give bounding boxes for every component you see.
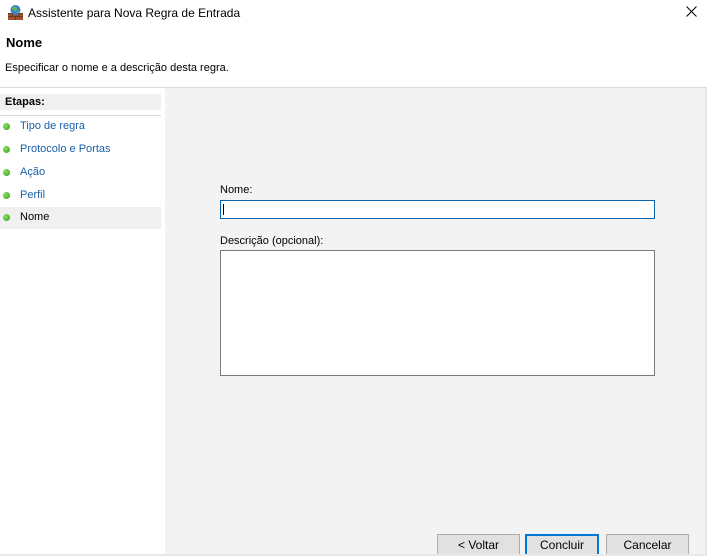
- back-button[interactable]: < Voltar: [437, 534, 520, 556]
- close-icon: [686, 6, 697, 17]
- steps-title: Etapas:: [5, 96, 45, 108]
- steps-sidebar: Etapas: Tipo de regra Protocolo e Portas…: [0, 88, 165, 556]
- step-nome: Nome: [0, 207, 161, 229]
- green-dot-icon: [3, 146, 10, 153]
- step-acao[interactable]: Ação: [0, 162, 161, 184]
- step-label[interactable]: Protocolo e Portas: [20, 143, 111, 155]
- name-label: Nome:: [220, 184, 253, 196]
- steps-header: Etapas:: [0, 94, 161, 116]
- page-title: Nome: [6, 35, 43, 50]
- green-dot-icon: [3, 192, 10, 199]
- title-bar: Assistente para Nova Regra de Entrada: [0, 0, 707, 26]
- cancel-button[interactable]: Cancelar: [606, 534, 689, 556]
- step-label: Nome: [20, 211, 50, 223]
- step-protocolo-e-portas[interactable]: Protocolo e Portas: [0, 139, 161, 161]
- step-perfil[interactable]: Perfil: [0, 185, 161, 207]
- text-caret: [223, 204, 224, 215]
- green-dot-icon: [3, 123, 10, 130]
- window-title: Assistente para Nova Regra de Entrada: [28, 6, 241, 20]
- description-field[interactable]: [220, 250, 655, 376]
- firewall-wizard-icon: [7, 4, 24, 21]
- step-tipo-de-regra[interactable]: Tipo de regra: [0, 116, 161, 138]
- step-label[interactable]: Ação: [20, 166, 45, 178]
- step-label[interactable]: Perfil: [20, 189, 45, 201]
- green-dot-icon: [3, 214, 10, 221]
- close-button[interactable]: [676, 0, 707, 26]
- finish-button[interactable]: Concluir: [525, 534, 599, 556]
- page-description: Especificar o nome e a descrição desta r…: [5, 62, 229, 74]
- name-field[interactable]: [220, 200, 655, 219]
- green-dot-icon: [3, 169, 10, 176]
- step-label[interactable]: Tipo de regra: [20, 120, 85, 132]
- description-label: Descrição (opcional):: [220, 235, 324, 247]
